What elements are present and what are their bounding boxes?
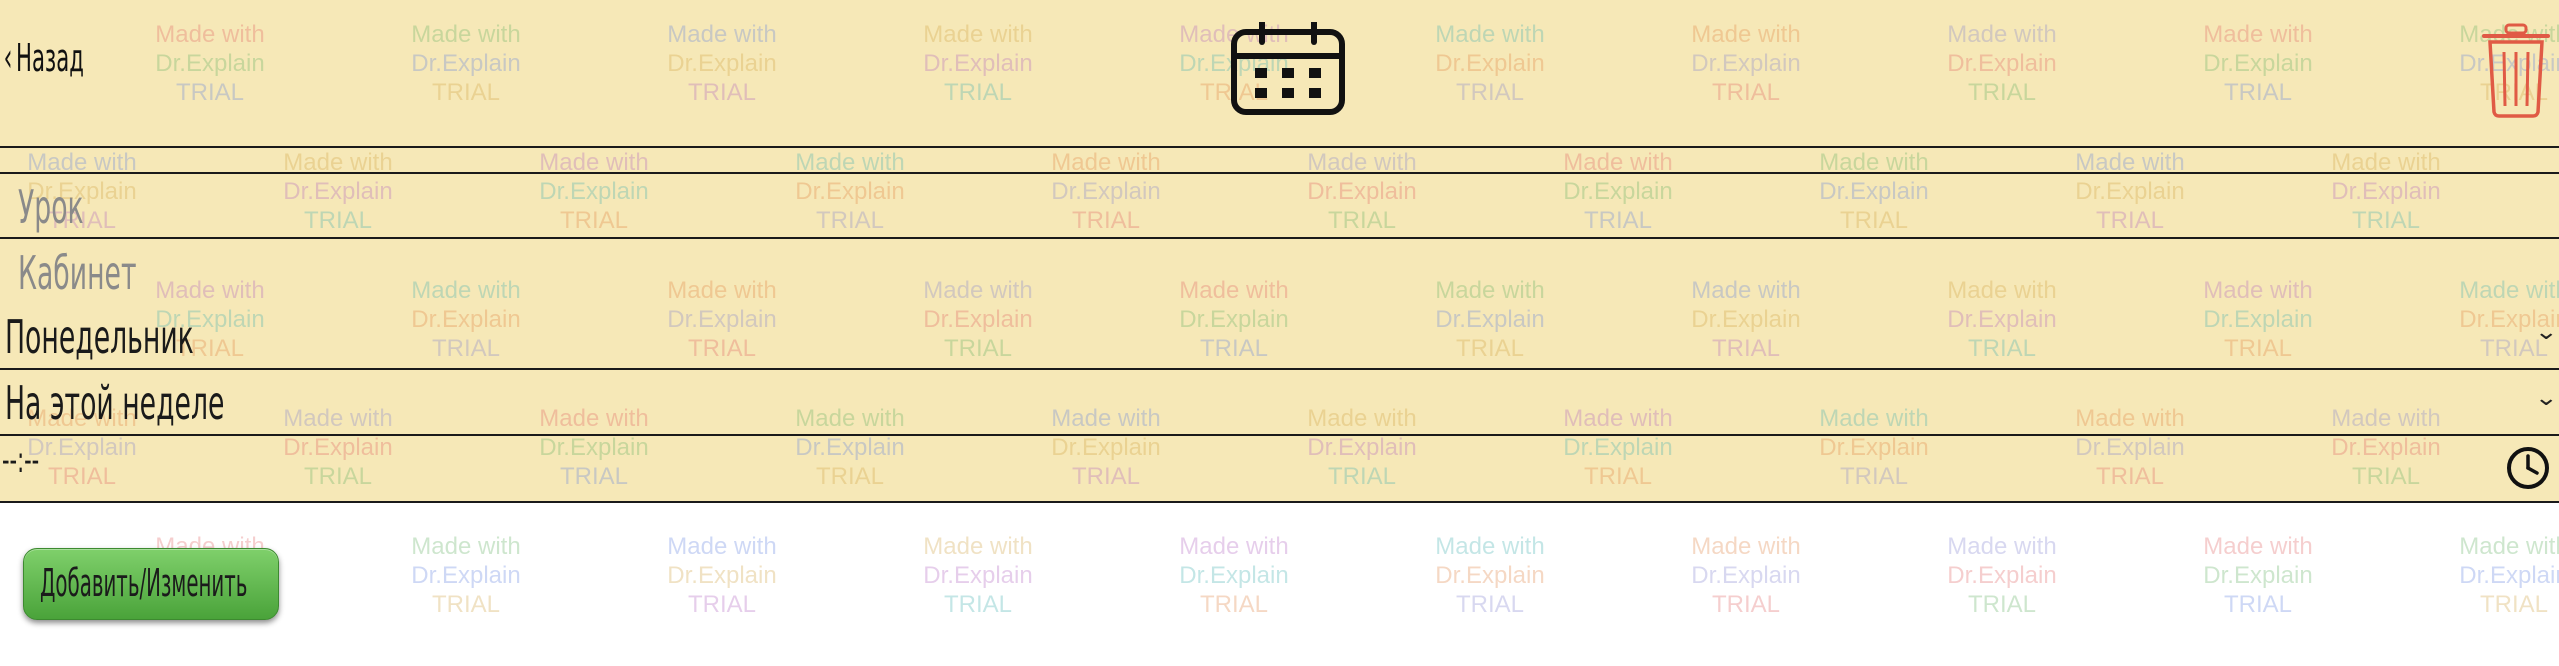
watermark-line: TRIAL (1967, 591, 2036, 618)
room-input[interactable]: Кабинет (0, 238, 2559, 302)
back-label: Назад (16, 36, 84, 80)
watermark-line: Made with (2459, 533, 2559, 560)
time-value: --:-- (2, 440, 40, 481)
watermark-line: Dr.Explain (1179, 562, 1289, 589)
lesson-placeholder: Урок (18, 180, 84, 234)
calendar-icon[interactable] (1229, 22, 1347, 118)
add-edit-button[interactable]: Добавить/Изменить (23, 548, 279, 620)
day-select[interactable]: Понедельник ⌄ (0, 302, 2559, 368)
watermark-line: TRIAL (431, 591, 500, 618)
watermark-line: TRIAL (2479, 591, 2548, 618)
time-input[interactable]: --:-- (0, 436, 2559, 500)
app-root: Made with Dr.Explain TRIAL Made with Dr.Expl… (0, 0, 2559, 666)
watermark-line: Dr.Explain (2459, 562, 2559, 589)
watermark-line: Made with (1691, 533, 1801, 560)
watermark-line: Made with (1435, 533, 1545, 560)
clock-icon[interactable] (2505, 445, 2551, 491)
watermark-line: TRIAL (1711, 591, 1780, 618)
watermark-line: TRIAL (2223, 591, 2292, 618)
watermark-text: Made withDr.ExplainTRIAL (642, 532, 802, 619)
watermark-line: Made with (1947, 533, 2057, 560)
watermark-line: Dr.Explain (2203, 562, 2313, 589)
watermark-text: Made withDr.ExplainTRIAL (1922, 532, 2082, 619)
watermark-text: Made withDr.ExplainTRIAL (386, 532, 546, 619)
trash-icon[interactable] (2480, 22, 2552, 118)
watermark-line: Dr.Explain (1947, 562, 2057, 589)
watermark-line: Made with (923, 533, 1033, 560)
watermark-line: TRIAL (687, 591, 756, 618)
watermark-line: Made with (411, 533, 521, 560)
back-button[interactable]: ‹ Назад (0, 28, 125, 88)
watermark-text: Made withDr.ExplainTRIAL (1666, 532, 1826, 619)
watermark-line: Dr.Explain (411, 562, 521, 589)
watermark-line: Dr.Explain (667, 562, 777, 589)
watermark-line: TRIAL (1455, 591, 1524, 618)
field-divider (0, 501, 2559, 503)
week-select[interactable]: На этой неделе ⌄ (0, 370, 2559, 434)
field-divider (0, 146, 2559, 148)
watermark-line: Made with (2203, 533, 2313, 560)
watermark-text: Made withDr.ExplainTRIAL (2178, 532, 2338, 619)
watermark-text: Made withDr.ExplainTRIAL (1410, 532, 1570, 619)
watermark-line: TRIAL (1199, 591, 1268, 618)
watermark-line: Dr.Explain (1691, 562, 1801, 589)
watermark-line: Dr.Explain (1435, 562, 1545, 589)
watermark-text: Made withDr.ExplainTRIAL (1154, 532, 1314, 619)
lesson-input[interactable]: Урок (0, 172, 2559, 238)
room-placeholder: Кабинет (18, 246, 137, 300)
watermark-text: Made withDr.ExplainTRIAL (2434, 532, 2559, 619)
watermark-line: Made with (1179, 533, 1289, 560)
week-select-value: На этой неделе (5, 376, 225, 430)
chevron-left-icon: ‹ (3, 35, 13, 81)
watermark-line: TRIAL (943, 591, 1012, 618)
watermark-text: Made withDr.ExplainTRIAL (898, 532, 1058, 619)
chevron-down-icon: ⌄ (2533, 386, 2558, 411)
add-edit-button-label: Добавить/Изменить (40, 561, 248, 605)
watermark-line: Made with (667, 533, 777, 560)
chevron-down-icon: ⌄ (2533, 320, 2558, 345)
watermark-line: Dr.Explain (923, 562, 1033, 589)
day-select-value: Понедельник (5, 310, 194, 364)
